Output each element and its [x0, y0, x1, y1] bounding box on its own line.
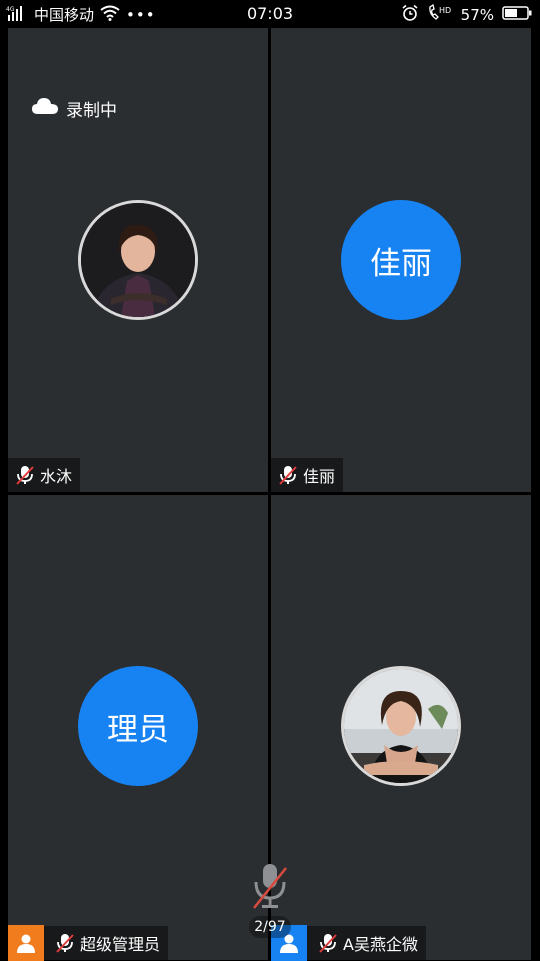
mic-muted-icon — [317, 932, 339, 954]
participant-name-bar: 超级管理员 — [8, 925, 169, 961]
host-user-icon — [8, 925, 44, 961]
mic-muted-icon — [54, 932, 76, 954]
participant-name: A吴燕企微 — [343, 935, 418, 954]
participant-name-bar: A吴燕企微 — [271, 925, 426, 961]
recording-label: 录制中 — [66, 101, 117, 121]
volte-hd-icon: HD — [427, 3, 453, 26]
participant-tile-4[interactable]: A吴燕企微 — [271, 495, 531, 961]
alarm-icon — [401, 4, 419, 26]
battery-percent: 57% — [460, 6, 494, 24]
svg-text:HD: HD — [439, 6, 451, 15]
participant-photo-avatar — [341, 666, 461, 786]
participant-tile-2[interactable]: 佳丽 佳丽 — [271, 28, 531, 492]
cloud-icon — [32, 97, 58, 120]
participant-tile-1[interactable]: 录制中 水沐 — [8, 28, 268, 492]
participant-name-bar: 水沐 — [8, 458, 81, 492]
participant-initials-avatar: 理员 — [78, 666, 198, 786]
mic-muted-icon — [14, 464, 36, 486]
mic-muted-icon — [277, 464, 299, 486]
participant-name: 超级管理员 — [80, 935, 161, 954]
status-bar: 4G 中国移动 ••• 07:03 HD 57% — [0, 0, 540, 28]
page-indicator: 2/97 — [249, 916, 291, 938]
participant-name: 水沐 — [40, 467, 73, 486]
battery-icon — [502, 5, 532, 25]
participant-name-bar: 佳丽 — [271, 458, 344, 492]
participant-initials-avatar: 佳丽 — [341, 200, 461, 320]
participant-tile-3[interactable]: 理员 超级管理员 — [8, 495, 268, 961]
participant-name: 佳丽 — [303, 467, 336, 486]
participant-photo-avatar — [78, 200, 198, 320]
recording-indicator: 录制中 — [32, 96, 117, 121]
mic-toggle-button[interactable] — [250, 862, 290, 914]
mic-muted-icon — [253, 864, 287, 909]
